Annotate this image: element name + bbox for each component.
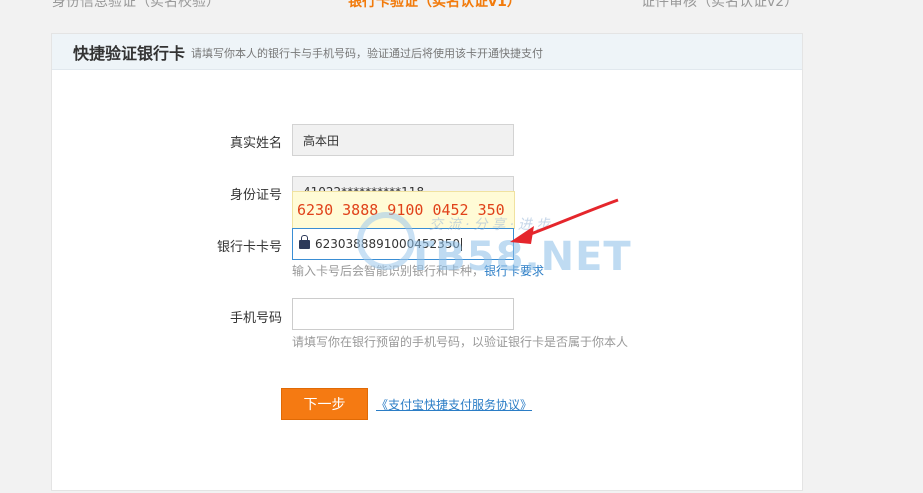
- next-step-button[interactable]: 下一步: [281, 388, 368, 420]
- phone-hint: 请填写你在银行预留的手机号码，以验证银行卡是否属于你本人: [292, 335, 629, 349]
- page-subtitle: 请填写你本人的银行卡与手机号码，验证通过后将使用该卡开通快捷支付: [191, 46, 544, 60]
- card-number-formatted: 6230 3888 9100 0452 350: [297, 201, 505, 219]
- card-number-hint: 输入卡号后会智能识别银行和卡种，银行卡要求: [292, 262, 544, 279]
- real-name-field[interactable]: 高本田: [292, 124, 514, 156]
- card-requirements-link[interactable]: 银行卡要求: [484, 264, 544, 278]
- card-number-input[interactable]: 6230388891000452350: [292, 228, 514, 260]
- card-number-value: 6230388891000452350: [315, 237, 461, 251]
- id-number-label: 身份证号: [229, 188, 282, 203]
- page-title: 快捷验证银行卡: [73, 43, 186, 63]
- quick-pay-agreement-link[interactable]: 《支付宝快捷支付服务协议》: [376, 396, 532, 413]
- card-number-label: 银行卡卡号: [216, 240, 282, 255]
- real-name-value: 高本田: [303, 133, 340, 148]
- verification-card: 快捷验证银行卡 请填写你本人的银行卡与手机号码，验证通过后将使用该卡开通快捷支付…: [51, 33, 803, 491]
- lock-icon: [299, 234, 310, 250]
- step-document-review: 证件审核（实名认证v2）: [641, 0, 799, 10]
- step-identity-verification: 身份信息验证（实名校验）: [52, 0, 220, 10]
- step-bank-card-verification: 银行卡验证（实名认证v1）: [348, 0, 521, 10]
- card-number-tooltip: 6230 3888 9100 0452 350: [292, 191, 515, 229]
- step-progress: 身份信息验证（实名校验） 银行卡验证（实名认证v1） 证件审核（实名认证v2）: [0, 0, 923, 15]
- phone-input[interactable]: [292, 298, 514, 330]
- text-caret: [461, 237, 463, 251]
- name-label: 真实姓名: [229, 136, 282, 151]
- phone-label: 手机号码: [229, 311, 282, 326]
- card-hint-text: 输入卡号后会智能识别银行和卡种，: [292, 264, 485, 278]
- card-header: 快捷验证银行卡 请填写你本人的银行卡与手机号码，验证通过后将使用该卡开通快捷支付: [52, 34, 802, 70]
